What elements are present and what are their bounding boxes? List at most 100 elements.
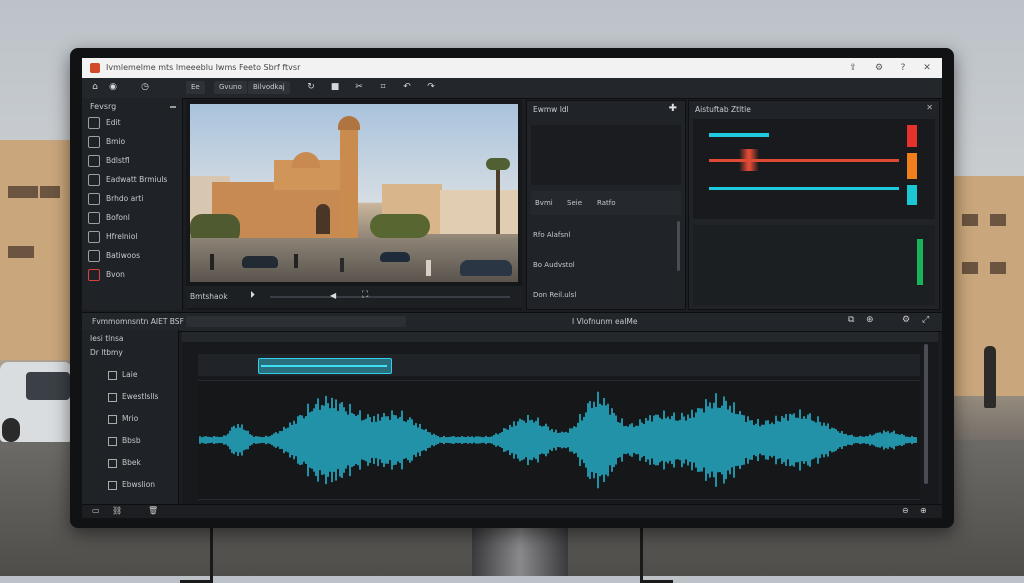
preview-viewer: Bmtshaok ⏵ ◀ ⛶ bbox=[186, 100, 522, 310]
media-sidebar: Fevsrg Edit Bmio Bdlstfl Eadwatt Brmiuls Brh… bbox=[82, 98, 183, 310]
dome bbox=[292, 152, 320, 168]
minaret-top bbox=[338, 116, 360, 130]
clock-icon[interactable]: ◷ bbox=[138, 81, 152, 94]
title-bar: Ivmlemelme mts lmeeeblu Iwms Feeto Sbrf … bbox=[82, 58, 942, 78]
sidebar-item-icon bbox=[88, 250, 100, 262]
sidebar-item[interactable]: Batiwoos bbox=[88, 249, 178, 263]
audio-waveform-track[interactable] bbox=[198, 380, 920, 500]
volume-icon[interactable]: ◀ bbox=[330, 291, 336, 300]
share-icon[interactable]: ⇪ bbox=[848, 63, 858, 73]
expand-icon[interactable]: ⤢ bbox=[922, 315, 929, 325]
mixer-panel-title: Aistuftab Ztltle bbox=[695, 105, 751, 114]
crop-icon[interactable]: ⌗ bbox=[376, 81, 390, 94]
tab-row: Bvmi Seie Ratfo bbox=[531, 191, 681, 215]
tab-effect[interactable]: Seie bbox=[567, 199, 582, 207]
red-waveform-spike bbox=[739, 149, 759, 171]
sidebar-item[interactable]: Bmio bbox=[88, 135, 178, 149]
track-icon bbox=[108, 458, 117, 468]
timeline-center-label: I Vlofnunm eaIMe bbox=[572, 317, 638, 326]
track-item[interactable]: Mrio bbox=[108, 414, 138, 424]
snap-icon[interactable]: ⧉ bbox=[848, 315, 854, 325]
close-icon[interactable]: ✕ bbox=[922, 63, 932, 73]
arch bbox=[316, 204, 330, 234]
zoom-icon[interactable]: ⊕ bbox=[866, 315, 874, 325]
timeline-scrollbar[interactable] bbox=[924, 344, 928, 484]
timeline-clip[interactable] bbox=[258, 358, 392, 374]
track-item[interactable]: Bbsb bbox=[108, 436, 141, 446]
person bbox=[426, 260, 431, 276]
rotate-icon[interactable]: ↻ bbox=[304, 81, 318, 94]
close-icon[interactable]: ✕ bbox=[926, 103, 933, 112]
mixer-lower bbox=[693, 225, 935, 305]
sidebar-heading: Fevsrg bbox=[90, 102, 117, 111]
track-item[interactable]: Ewestlslls bbox=[108, 392, 158, 402]
sidebar-item-label: Batiwoos bbox=[106, 251, 140, 260]
split-icon[interactable]: ✂ bbox=[352, 81, 366, 94]
timeline-area bbox=[182, 332, 938, 516]
help-icon[interactable]: ? bbox=[898, 63, 908, 73]
background-window bbox=[990, 214, 1006, 226]
timeline-ruler[interactable] bbox=[182, 332, 938, 342]
sidebar-item[interactable]: Hfrelniol bbox=[88, 230, 178, 244]
sidebar-item-label: Hfrelniol bbox=[106, 232, 138, 241]
trash-icon[interactable]: 🗑 bbox=[148, 506, 158, 515]
play-icon[interactable]: ⏵ bbox=[250, 290, 255, 301]
sidebar-item-label: Bmio bbox=[106, 137, 126, 146]
red-waveform bbox=[709, 159, 899, 162]
effects-grid[interactable] bbox=[531, 125, 681, 185]
sidebar-item-icon bbox=[88, 174, 100, 186]
track-item-label: Ewestlslls bbox=[122, 392, 159, 401]
timeline-label: Fvmmomnsntn AIET BSF bbox=[92, 317, 184, 326]
minaret bbox=[340, 128, 358, 238]
sidebar-item[interactable]: Eadwatt Brmiuls bbox=[88, 173, 178, 187]
effect-row[interactable]: Don Reil.ulsl bbox=[533, 289, 576, 301]
car-window bbox=[26, 372, 70, 400]
sidebar-item[interactable]: Bofonl bbox=[88, 211, 178, 225]
effects-scrollbar[interactable] bbox=[677, 221, 680, 271]
sidebar-close-icon[interactable] bbox=[170, 106, 176, 108]
redo-icon[interactable]: ↷ bbox=[424, 81, 438, 94]
sidebar-item[interactable]: Bdlstfl bbox=[88, 154, 178, 168]
timeline-controls[interactable] bbox=[186, 316, 406, 327]
link-icon[interactable]: ⛓ bbox=[112, 506, 122, 515]
toolbar-button[interactable]: Gvuno bbox=[214, 81, 247, 94]
settings-icon[interactable]: ⚙ bbox=[874, 63, 884, 73]
track-list: Iesi tlnsa Dr ltbmy Laie Ewestlslls Mrio Bb… bbox=[82, 330, 179, 516]
tab-effect[interactable]: Ratfo bbox=[597, 199, 616, 207]
track-item-label: Mrio bbox=[122, 414, 139, 423]
toolbar-button[interactable]: Bilvodkaj bbox=[248, 81, 290, 94]
zoom-in-icon[interactable]: ⊕ bbox=[920, 506, 927, 515]
folder-icon[interactable]: ▭ bbox=[92, 506, 100, 515]
tab-effect[interactable]: Bvmi bbox=[535, 199, 553, 207]
sidebar-item-label: Bdlstfl bbox=[106, 156, 130, 165]
sidebar-item-icon bbox=[88, 193, 100, 205]
sidebar-item-label: Bvon bbox=[106, 270, 125, 279]
sidebar-item[interactable]: Bvon bbox=[88, 268, 178, 282]
preview-frame-image[interactable] bbox=[190, 104, 518, 282]
viewer-scrubber[interactable] bbox=[270, 296, 510, 298]
timeline-footer: ▭ ⛓ 🗑 ⊖ ⊕ bbox=[82, 504, 942, 518]
car bbox=[380, 252, 410, 262]
add-icon[interactable]: ✚ bbox=[669, 103, 677, 114]
blue-waveform bbox=[709, 187, 899, 190]
fullscreen-icon[interactable]: ⛶ bbox=[362, 290, 368, 300]
effect-row[interactable]: Rfo Alafsnl bbox=[533, 229, 570, 241]
stop-icon[interactable]: ■ bbox=[328, 81, 342, 94]
toolbar-button[interactable]: Ee bbox=[186, 81, 205, 94]
track-icon bbox=[108, 436, 117, 446]
camera-icon[interactable]: ◉ bbox=[106, 81, 120, 94]
background-window bbox=[8, 246, 34, 258]
orange-level-bar bbox=[907, 153, 917, 179]
settings-icon[interactable]: ⚙ bbox=[902, 315, 910, 325]
undo-icon[interactable]: ↶ bbox=[400, 81, 414, 94]
home-icon[interactable]: ⌂ bbox=[88, 81, 102, 94]
tracks-heading: Iesi tlnsa bbox=[90, 334, 124, 343]
zoom-out-icon[interactable]: ⊖ bbox=[902, 506, 909, 515]
sidebar-item[interactable]: Brhdo arti bbox=[88, 192, 178, 206]
effect-row[interactable]: Bo Audvstol bbox=[533, 259, 575, 271]
sidebar-item[interactable]: Edit bbox=[88, 116, 178, 130]
track-item[interactable]: Bbek bbox=[108, 458, 141, 468]
track-item[interactable]: Ebwslion bbox=[108, 480, 155, 490]
track-item[interactable]: Laie bbox=[108, 370, 137, 380]
person bbox=[210, 254, 214, 270]
